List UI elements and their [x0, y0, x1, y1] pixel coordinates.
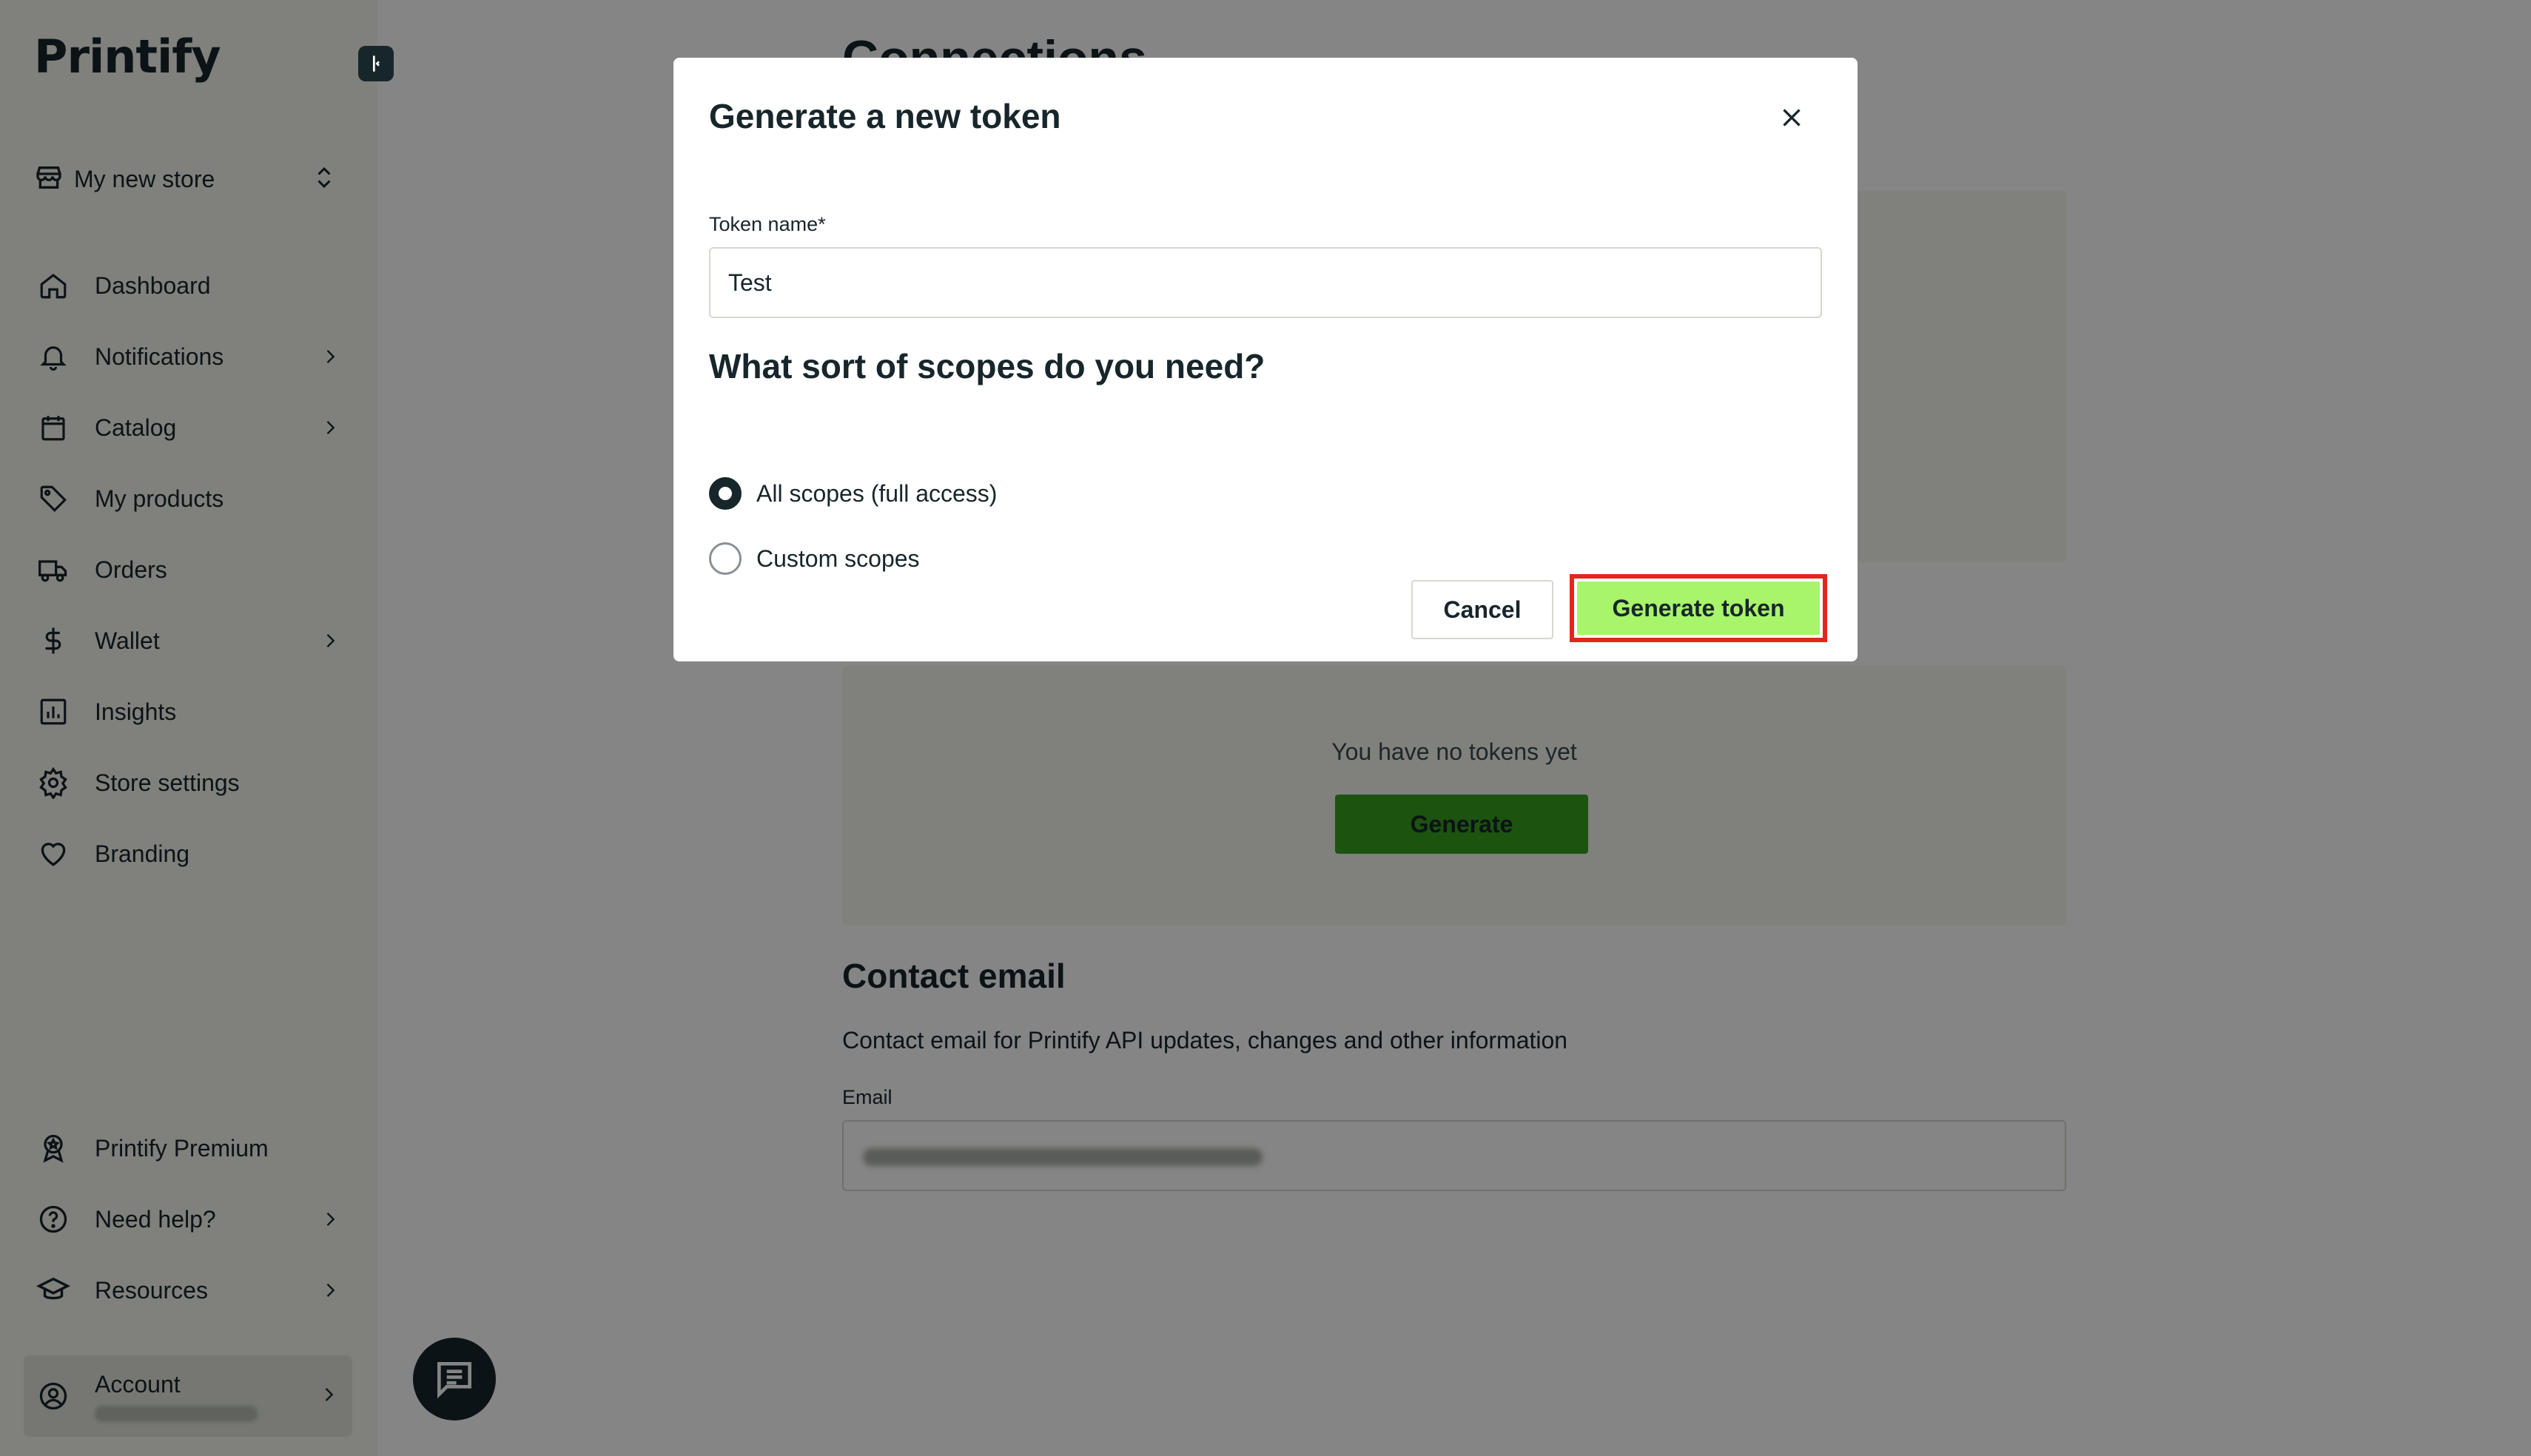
generate-token-button[interactable]: Generate token	[1577, 582, 1820, 635]
sidebar-collapse-button[interactable]	[358, 46, 394, 81]
close-button[interactable]	[1772, 98, 1812, 138]
required-mark: *	[818, 213, 826, 235]
scope-option-custom[interactable]: Custom scopes	[709, 540, 920, 577]
token-name-input[interactable]	[709, 247, 1822, 318]
scope-option-all[interactable]: All scopes (full access)	[709, 475, 997, 512]
generate-token-highlight: Generate token	[1570, 574, 1827, 642]
token-name-label: Token name*	[709, 213, 826, 236]
scopes-title: What sort of scopes do you need?	[709, 347, 1266, 385]
collapse-icon	[373, 55, 380, 72]
scope-option-label: All scopes (full access)	[756, 479, 998, 507]
close-icon	[1783, 109, 1801, 127]
radio-custom-scopes[interactable]	[709, 542, 742, 575]
token-name-label-text: Token name	[709, 213, 819, 235]
cancel-button[interactable]: Cancel	[1411, 580, 1553, 639]
radio-all-scopes[interactable]	[709, 477, 742, 510]
dialog-title: Generate a new token	[709, 97, 1061, 135]
generate-token-dialog: Generate a new token Token name* What so…	[673, 58, 1858, 661]
scope-option-label: Custom scopes	[756, 545, 920, 572]
